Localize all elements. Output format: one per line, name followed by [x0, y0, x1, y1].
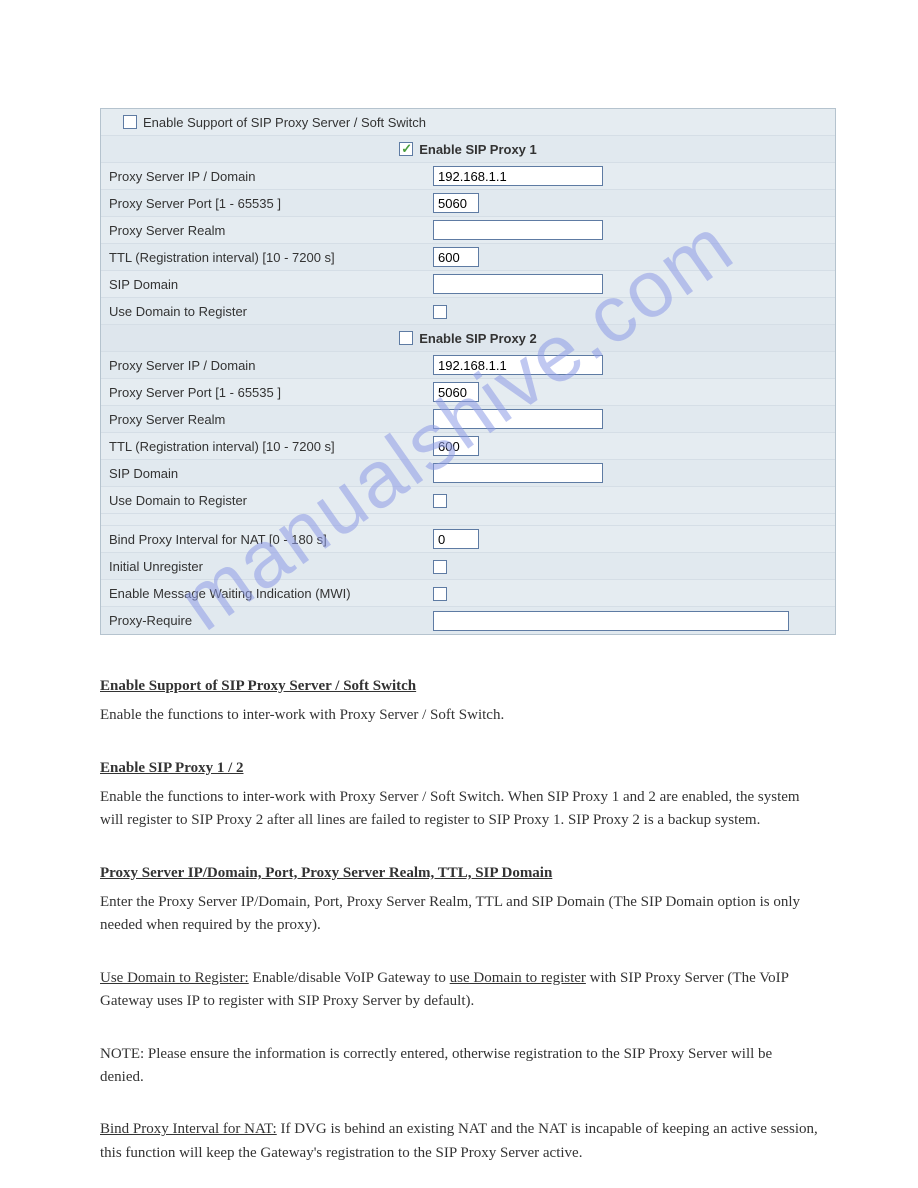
proxy2-usedomain-checkbox[interactable] [433, 494, 447, 508]
description-text: Enable Support of SIP Proxy Server / Sof… [100, 675, 818, 1165]
proxy1-sipdomain-input[interactable] [433, 274, 603, 294]
enable-support-row: Enable Support of SIP Proxy Server / Sof… [101, 109, 835, 136]
proxy1-port-input[interactable] [433, 193, 479, 213]
proxy1-sipdomain-row: SIP Domain [101, 271, 835, 298]
desc-p2-term: Enable SIP Proxy 1 / 2 [100, 760, 244, 776]
mwi-row: Enable Message Waiting Indication (MWI) [101, 580, 835, 607]
proxy1-header-row: Enable SIP Proxy 1 [101, 136, 835, 163]
desc-p1-text: Enable the functions to inter-work with … [100, 704, 818, 727]
enable-proxy2-checkbox[interactable] [399, 331, 413, 345]
desc-p3-text: Enter the Proxy Server IP/Domain, Port, … [100, 891, 818, 938]
proxy2-ttl-input[interactable] [433, 436, 479, 456]
bind-proxy-input[interactable] [433, 529, 479, 549]
proxy1-ttl-row: TTL (Registration interval) [10 - 7200 s… [101, 244, 835, 271]
proxyrequire-row: Proxy-Require [101, 607, 835, 634]
proxy2-usedomain-row: Use Domain to Register [101, 487, 835, 514]
sip-proxy-config-table: Enable Support of SIP Proxy Server / Sof… [100, 108, 836, 635]
initial-unreg-label: Initial Unregister [105, 559, 433, 574]
proxy1-ttl-label: TTL (Registration interval) [10 - 7200 s… [105, 250, 433, 265]
enable-support-label: Enable Support of SIP Proxy Server / Sof… [143, 115, 426, 130]
desc-p2-text: Enable the functions to inter-work with … [100, 786, 818, 833]
desc-p6-term: Bind Proxy Interval for NAT: [100, 1121, 277, 1137]
proxy2-realm-row: Proxy Server Realm [101, 406, 835, 433]
proxy2-port-row: Proxy Server Port [1 - 65535 ] [101, 379, 835, 406]
desc-p3-term: Proxy Server IP/Domain, Port, Proxy Serv… [100, 865, 552, 881]
proxy2-port-input[interactable] [433, 382, 479, 402]
proxy1-header-label: Enable SIP Proxy 1 [419, 142, 537, 157]
proxy2-header-row: Enable SIP Proxy 2 [101, 325, 835, 352]
proxy2-port-label: Proxy Server Port [1 - 65535 ] [105, 385, 433, 400]
bind-proxy-label: Bind Proxy Interval for NAT [0 - 180 s] [105, 532, 433, 547]
proxy1-realm-label: Proxy Server Realm [105, 223, 433, 238]
proxy2-ip-label: Proxy Server IP / Domain [105, 358, 433, 373]
proxy1-realm-input[interactable] [433, 220, 603, 240]
proxy1-ip-input[interactable] [433, 166, 603, 186]
proxy1-ttl-input[interactable] [433, 247, 479, 267]
proxy1-port-row: Proxy Server Port [1 - 65535 ] [101, 190, 835, 217]
proxy1-sipdomain-label: SIP Domain [105, 277, 433, 292]
proxy2-ip-row: Proxy Server IP / Domain [101, 352, 835, 379]
spacer [101, 514, 835, 526]
mwi-label: Enable Message Waiting Indication (MWI) [105, 586, 433, 601]
proxy2-header-label: Enable SIP Proxy 2 [419, 331, 537, 346]
proxy2-sipdomain-row: SIP Domain [101, 460, 835, 487]
proxy1-usedomain-checkbox[interactable] [433, 305, 447, 319]
initial-unreg-row: Initial Unregister [101, 553, 835, 580]
proxy1-usedomain-label: Use Domain to Register [105, 304, 433, 319]
desc-p5-note: NOTE: Please ensure the information is c… [100, 1043, 818, 1090]
proxy2-sipdomain-label: SIP Domain [105, 466, 433, 481]
proxy1-realm-row: Proxy Server Realm [101, 217, 835, 244]
mwi-checkbox[interactable] [433, 587, 447, 601]
proxy2-realm-label: Proxy Server Realm [105, 412, 433, 427]
enable-proxy1-checkbox[interactable] [399, 142, 413, 156]
proxy2-ip-input[interactable] [433, 355, 603, 375]
proxy2-sipdomain-input[interactable] [433, 463, 603, 483]
desc-p4-underline: use Domain to register [450, 970, 586, 986]
desc-p4-text1: Enable/disable VoIP Gateway to [249, 970, 450, 986]
proxyrequire-input[interactable] [433, 611, 789, 631]
proxy2-ttl-row: TTL (Registration interval) [10 - 7200 s… [101, 433, 835, 460]
initial-unreg-checkbox[interactable] [433, 560, 447, 574]
proxy2-realm-input[interactable] [433, 409, 603, 429]
proxy1-ip-row: Proxy Server IP / Domain [101, 163, 835, 190]
desc-p1-term: Enable Support of SIP Proxy Server / Sof… [100, 678, 416, 694]
proxy1-port-label: Proxy Server Port [1 - 65535 ] [105, 196, 433, 211]
desc-p4-term: Use Domain to Register: [100, 970, 249, 986]
proxy1-ip-label: Proxy Server IP / Domain [105, 169, 433, 184]
bind-proxy-row: Bind Proxy Interval for NAT [0 - 180 s] [101, 526, 835, 553]
proxyrequire-label: Proxy-Require [105, 613, 433, 628]
proxy1-usedomain-row: Use Domain to Register [101, 298, 835, 325]
proxy2-ttl-label: TTL (Registration interval) [10 - 7200 s… [105, 439, 433, 454]
enable-support-checkbox[interactable] [123, 115, 137, 129]
proxy2-usedomain-label: Use Domain to Register [105, 493, 433, 508]
